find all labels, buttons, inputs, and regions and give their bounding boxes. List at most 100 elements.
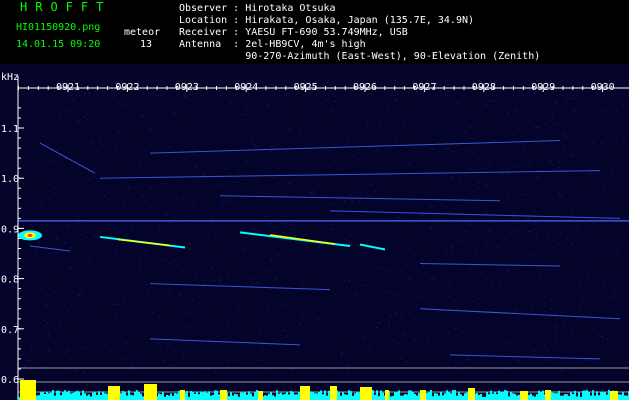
noise-dot — [355, 182, 358, 184]
noise-dot — [80, 291, 83, 293]
noise-dot — [496, 247, 499, 249]
noise-dot — [294, 225, 296, 227]
level-bar — [374, 394, 376, 400]
noise-dot — [427, 260, 430, 262]
noise-dot — [536, 137, 538, 138]
noise-dot — [322, 84, 325, 86]
noise-dot — [388, 162, 390, 164]
noise-dot — [505, 319, 507, 321]
noise-dot — [361, 350, 363, 352]
noise-dot — [503, 238, 506, 239]
noise-dot — [525, 194, 527, 196]
noise-dot — [65, 370, 67, 372]
noise-dot — [451, 252, 454, 254]
noise-dot — [494, 139, 496, 141]
noise-dot — [141, 85, 143, 87]
noise-dot — [336, 287, 338, 289]
level-bar — [380, 390, 382, 400]
noise-dot — [114, 149, 117, 150]
noise-dot — [172, 337, 174, 339]
noise-dot — [81, 347, 83, 349]
noise-dot — [232, 360, 235, 362]
level-bar — [186, 390, 188, 400]
noise-dot — [418, 331, 420, 333]
noise-dot — [357, 225, 359, 227]
noise-dot — [312, 193, 315, 195]
noise-dot — [476, 277, 478, 279]
noise-dot — [151, 119, 153, 120]
noise-dot — [612, 326, 615, 328]
noise-dot — [33, 168, 36, 170]
level-bar — [390, 396, 392, 400]
noise-dot — [449, 277, 452, 279]
level-bar — [426, 393, 428, 400]
noise-dot — [433, 189, 436, 191]
level-bar — [438, 395, 440, 400]
level-bar — [192, 391, 194, 400]
noise-dot — [593, 221, 595, 223]
noise-dot — [316, 204, 319, 206]
noise-dot — [345, 118, 348, 120]
noise-dot — [337, 215, 339, 217]
noise-dot — [508, 134, 510, 136]
noise-dot — [158, 228, 161, 230]
noise-dot — [203, 173, 205, 175]
noise-dot — [290, 282, 292, 284]
noise-dot — [433, 303, 435, 305]
noise-dot — [431, 148, 434, 150]
noise-dot — [88, 177, 91, 179]
noise-dot — [405, 349, 407, 351]
noise-dot — [233, 181, 235, 183]
noise-dot — [342, 89, 345, 91]
level-bar — [46, 391, 48, 400]
noise-dot — [382, 196, 385, 198]
level-bar — [328, 390, 330, 400]
noise-dot — [129, 188, 131, 190]
noise-dot — [282, 303, 284, 305]
level-bar — [442, 395, 444, 400]
noise-dot — [257, 282, 259, 284]
noise-dot — [216, 345, 219, 347]
level-bar-peak — [108, 386, 120, 400]
level-bar — [324, 390, 326, 400]
noise-dot — [361, 279, 364, 280]
level-bar — [68, 390, 70, 400]
noise-dot — [36, 248, 38, 250]
level-bar — [464, 393, 466, 400]
noise-dot — [558, 128, 561, 130]
noise-dot — [117, 327, 119, 329]
noise-dot — [242, 249, 244, 251]
noise-dot — [49, 288, 51, 290]
noise-dot — [114, 303, 116, 305]
noise-dot — [26, 244, 29, 246]
noise-dot — [470, 168, 473, 170]
noise-dot — [282, 353, 285, 355]
level-bar — [206, 392, 208, 400]
noise-dot — [22, 145, 24, 147]
noise-dot — [83, 106, 86, 108]
noise-dot — [493, 100, 495, 102]
noise-dot — [556, 123, 558, 125]
noise-dot — [613, 190, 616, 192]
x-tick-label: 0928 — [472, 82, 496, 93]
level-bar — [274, 396, 276, 400]
noise-dot — [25, 197, 27, 199]
noise-dot — [168, 262, 170, 264]
noise-dot — [602, 288, 605, 290]
noise-dot — [286, 305, 289, 307]
level-bar — [254, 391, 256, 400]
noise-dot — [614, 179, 617, 181]
noise-dot — [551, 114, 554, 116]
noise-dot — [78, 94, 81, 96]
noise-dot — [26, 93, 29, 95]
noise-dot — [305, 270, 307, 271]
noise-dot — [574, 110, 576, 112]
noise-dot — [65, 200, 67, 201]
noise-dot — [153, 142, 155, 144]
noise-dot — [349, 164, 351, 166]
level-bar — [456, 395, 458, 400]
noise-dot — [609, 190, 611, 192]
noise-dot — [151, 128, 153, 130]
noise-dot — [272, 86, 274, 88]
noise-dot — [220, 236, 222, 238]
